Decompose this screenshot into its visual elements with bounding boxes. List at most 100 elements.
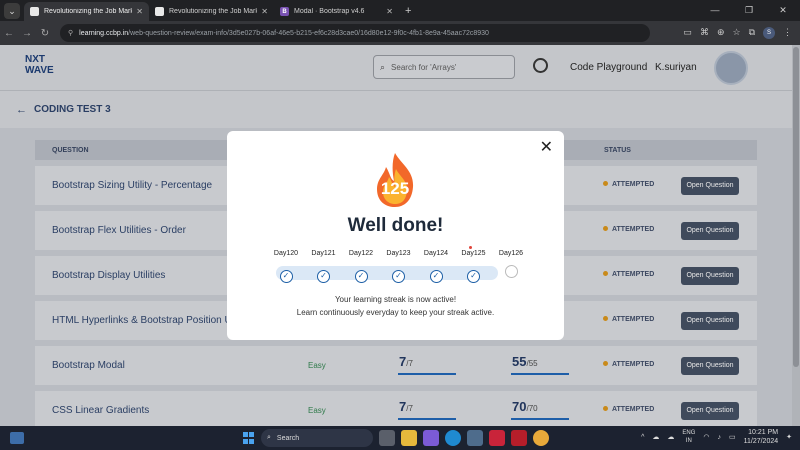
forward-arrow-icon[interactable]: → [18,28,36,39]
day-label: Day123 [386,250,411,257]
copilot-icon[interactable] [423,430,439,446]
ccbp-favicon-icon [30,7,39,16]
status-dot [603,226,608,231]
search-input[interactable]: ⌕ Search for 'Arrays' [373,55,515,79]
question-title[interactable]: Bootstrap Display Utilities [52,270,165,281]
tab-close-icon[interactable]: ✕ [261,7,268,16]
day-label: Day124 [423,250,449,257]
site-info-icon[interactable]: ⚲ [68,29,73,37]
status-dot [603,361,608,366]
window-close-icon[interactable]: ✕ [766,0,800,21]
windows-taskbar: ⌕ Search ^ ☁ ☁ ENG IN ◠ ♪ ▭ 10:21 PM 11/… [0,426,800,450]
check-circle-icon: ✓ [392,270,405,283]
clock[interactable]: 10:21 PM 11/27/2024 [744,428,779,446]
streak-modal: ✕ 125 Well done! Day120 ✓ Day121 ✓ Day122 ✓ Da… [227,131,564,340]
question-title[interactable]: Bootstrap Flex Utilities - Order [52,225,186,236]
status-badge: ATTEMPTED [603,181,654,188]
empty-circle-icon [504,265,518,278]
browser-tab-1[interactable]: Revolutionizing the Job Market ✕ [24,2,149,21]
weather-icon[interactable]: ☁ [652,433,659,441]
cast-icon[interactable]: ▭ [683,27,692,39]
avatar[interactable] [714,51,748,85]
browser-tab-2[interactable]: Revolutionizing the Job Market ✕ [149,2,274,21]
windows-start-icon[interactable] [243,432,255,444]
widgets-icon[interactable] [10,432,24,444]
mcafee-icon[interactable] [511,430,527,446]
tab-close-icon[interactable]: ✕ [386,7,393,16]
new-tab-icon[interactable]: + [405,5,411,17]
tray-overflow-icon[interactable]: ^ [641,434,644,441]
extensions-icon[interactable]: ⧉ [749,27,755,39]
back-arrow-icon[interactable]: ← [16,104,27,116]
ccbp-favicon-icon [155,7,164,16]
site-header: NXT WAVE ⌕ Search for 'Arrays' Code Play… [0,45,800,90]
question-title[interactable]: Bootstrap Modal [52,360,125,371]
maximize-icon[interactable]: ❐ [732,0,766,21]
streak-day: Day126 [491,250,531,282]
streak-day: Day120 ✓ [266,250,306,283]
onedrive-icon[interactable]: ☁ [667,433,674,441]
back-arrow-icon[interactable]: ← [0,28,18,39]
column-header-question: QUESTION [52,146,89,154]
zoom-icon[interactable]: ⊕ [717,27,725,39]
check-circle-icon: ✓ [429,270,443,283]
streak-message-1: Your learning streak is now active! [334,295,457,304]
battery-icon[interactable]: ▭ [729,433,736,441]
open-question-button[interactable]: Open Question [681,402,739,420]
translate-icon[interactable]: ⌘ [700,27,709,39]
app-icon[interactable] [489,430,505,446]
open-question-button[interactable]: Open Question [681,312,739,330]
address-bar[interactable]: ⚲ learning.ccbp.in /web-question-review/… [60,24,650,42]
close-icon[interactable]: ✕ [540,140,553,156]
search-icon: ⌕ [267,434,271,441]
toolbar-icons: ▭ ⌘ ⊕ ☆ ⧉ S ⋮ [683,27,800,39]
taskbar-search[interactable]: ⌕ Search [261,429,373,447]
streak-count: 125 [380,179,410,198]
minimize-icon[interactable]: — [698,0,732,21]
check-circle-icon: ✓ [279,270,293,283]
question-title[interactable]: Bootstrap Sizing Utility - Percentage [52,180,212,191]
edge-icon[interactable] [445,430,461,446]
tab-close-icon[interactable]: ✕ [136,7,143,16]
open-question-button[interactable]: Open Question [681,177,739,195]
column-header-status: STATUS [604,146,631,154]
nxtwave-logo[interactable]: NXT WAVE [25,54,54,76]
status-dot [603,316,608,321]
notifications-icon[interactable]: ✦ [786,433,792,441]
status-badge: ATTEMPTED [603,361,654,368]
chrome-menu-icon[interactable]: ⋮ [783,27,792,39]
scrollbar-thumb[interactable] [793,47,799,367]
store-icon[interactable] [467,430,483,446]
profile-avatar-icon[interactable]: S [763,27,775,39]
tab-search-menu-icon[interactable]: ⌄ [4,3,20,19]
bookmark-star-icon[interactable]: ☆ [732,27,740,39]
clock-time: 10:21 PM [748,429,779,436]
username-label[interactable]: K.suriyan [655,62,697,73]
streak-day: Day124 ✓ [416,250,456,283]
table-row: Bootstrap Modal Easy 7/7 55/55 ATTEMPTED Open… [35,346,757,385]
code-playground-link[interactable]: Code Playground [570,62,647,73]
question-title[interactable]: CSS Linear Gradients [52,405,149,416]
reload-icon[interactable]: ↻ [36,28,54,39]
chrome-icon[interactable] [533,430,549,446]
language-indicator[interactable]: ENG IN [682,429,695,445]
day-label: Day125 [461,250,486,257]
status-badge: ATTEMPTED [603,316,654,323]
wifi-icon[interactable]: ◠ [703,433,709,441]
bootstrap-favicon-icon: B [280,7,289,16]
open-question-button[interactable]: Open Question [681,222,739,240]
browser-tab-3[interactable]: B Modal · Bootstrap v4.6 ✕ [274,2,399,21]
file-explorer-icon[interactable] [401,430,417,446]
task-view-icon[interactable] [379,430,395,446]
score-progress-bar [398,373,456,375]
open-question-button[interactable]: Open Question [681,357,739,375]
check-circle-icon: ✓ [354,270,368,283]
timer-icon[interactable] [533,58,548,73]
open-question-button[interactable]: Open Question [681,267,739,285]
check-circle-icon: ✓ [467,270,480,283]
browser-toolbar: ← → ↻ ⚲ learning.ccbp.in /web-question-r… [0,21,800,45]
points-progress-bar [511,373,569,375]
page-scrollbar[interactable] [792,45,800,426]
volume-icon[interactable]: ♪ [717,434,721,441]
question-title[interactable]: HTML Hyperlinks & Bootstrap Position U [52,315,232,326]
